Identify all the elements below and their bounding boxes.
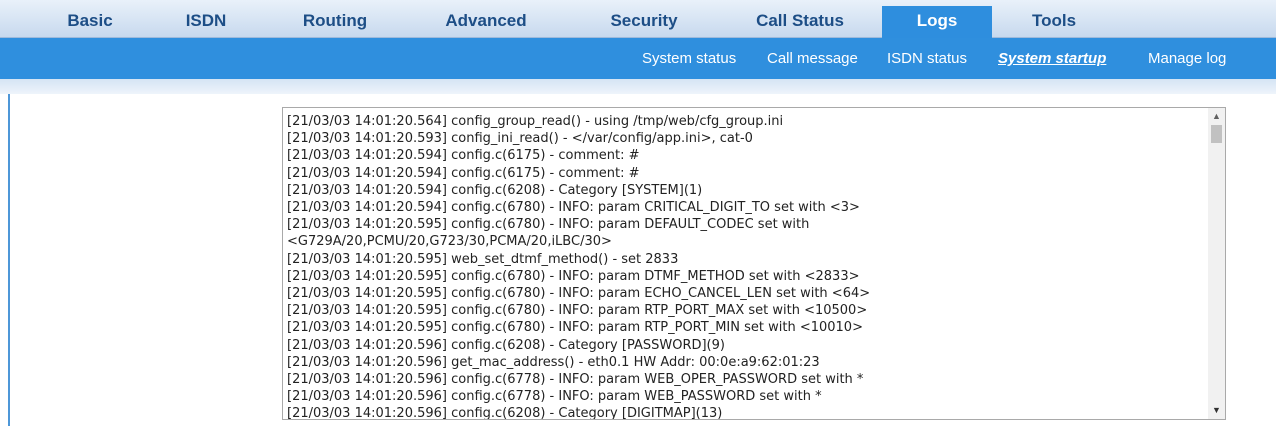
log-line: [21/03/03 14:01:20.596] config.c(6778) -… xyxy=(287,389,822,405)
tab-advanced[interactable]: Advanced xyxy=(426,6,546,38)
tab-tools[interactable]: Tools xyxy=(1012,6,1096,38)
tab-basic[interactable]: Basic xyxy=(54,6,126,38)
log-line: [21/03/03 14:01:20.564] config_group_rea… xyxy=(287,114,784,129)
log-line: [21/03/03 14:01:20.596] config.c(6208) -… xyxy=(287,337,725,353)
sub-navigation: System status Call message ISDN status S… xyxy=(0,38,1276,79)
content-left-border xyxy=(8,94,10,426)
log-line: [21/03/03 14:01:20.595] config.c(6780) -… xyxy=(287,286,871,302)
triangle-up-icon[interactable]: ▲ xyxy=(1208,108,1225,125)
log-line: [21/03/03 14:01:20.595] config.c(6780) -… xyxy=(287,268,860,284)
tab-call-status[interactable]: Call Status xyxy=(736,6,864,38)
log-line: [21/03/03 14:01:20.596] config.c(6208) -… xyxy=(287,406,723,420)
log-text: [21/03/03 14:01:20.564] config_group_rea… xyxy=(287,113,1199,420)
subnav-manage-log[interactable]: Manage log xyxy=(1148,38,1226,79)
log-line: [21/03/03 14:01:20.594] config.c(6780) -… xyxy=(287,200,860,216)
triangle-down-icon[interactable]: ▼ xyxy=(1208,402,1225,419)
startup-log-textarea[interactable]: [21/03/03 14:01:20.564] config_group_rea… xyxy=(282,107,1226,420)
content-header-band xyxy=(0,79,1276,94)
log-line: [21/03/03 14:01:20.596] get_mac_address(… xyxy=(287,354,820,370)
vertical-scrollbar[interactable]: ▲ ▼ xyxy=(1208,108,1225,419)
log-line: [21/03/03 14:01:20.595] web_set_dtmf_met… xyxy=(287,251,679,267)
log-line: [21/03/03 14:01:20.595] config.c(6780) -… xyxy=(287,303,868,319)
log-line: [21/03/03 14:01:20.596] config.c(6778) -… xyxy=(287,372,864,388)
tab-routing[interactable]: Routing xyxy=(286,6,384,38)
log-line: <G729A/20,PCMU/20,G723/30,PCMA/20,iLBC/3… xyxy=(287,234,612,250)
log-line: [21/03/03 14:01:20.594] config.c(6175) -… xyxy=(287,165,640,181)
log-line: [21/03/03 14:01:20.595] config.c(6780) -… xyxy=(287,217,810,233)
subnav-call-message[interactable]: Call message xyxy=(767,38,858,79)
scrollbar-thumb[interactable] xyxy=(1211,125,1222,143)
log-line: [21/03/03 14:01:20.594] config.c(6175) -… xyxy=(287,148,640,164)
tab-isdn[interactable]: ISDN xyxy=(164,6,248,38)
tab-security[interactable]: Security xyxy=(590,6,698,38)
log-line: [21/03/03 14:01:20.593] config_ini_read(… xyxy=(287,131,753,147)
top-navigation: Basic ISDN Routing Advanced Security Cal… xyxy=(0,0,1276,39)
subnav-isdn-status[interactable]: ISDN status xyxy=(887,38,967,79)
log-line: [21/03/03 14:01:20.595] config.c(6780) -… xyxy=(287,320,863,336)
subnav-system-status[interactable]: System status xyxy=(642,38,736,79)
tab-logs[interactable]: Logs xyxy=(882,6,992,39)
log-line: [21/03/03 14:01:20.594] config.c(6208) -… xyxy=(287,182,703,198)
subnav-system-startup[interactable]: System startup xyxy=(998,38,1106,79)
